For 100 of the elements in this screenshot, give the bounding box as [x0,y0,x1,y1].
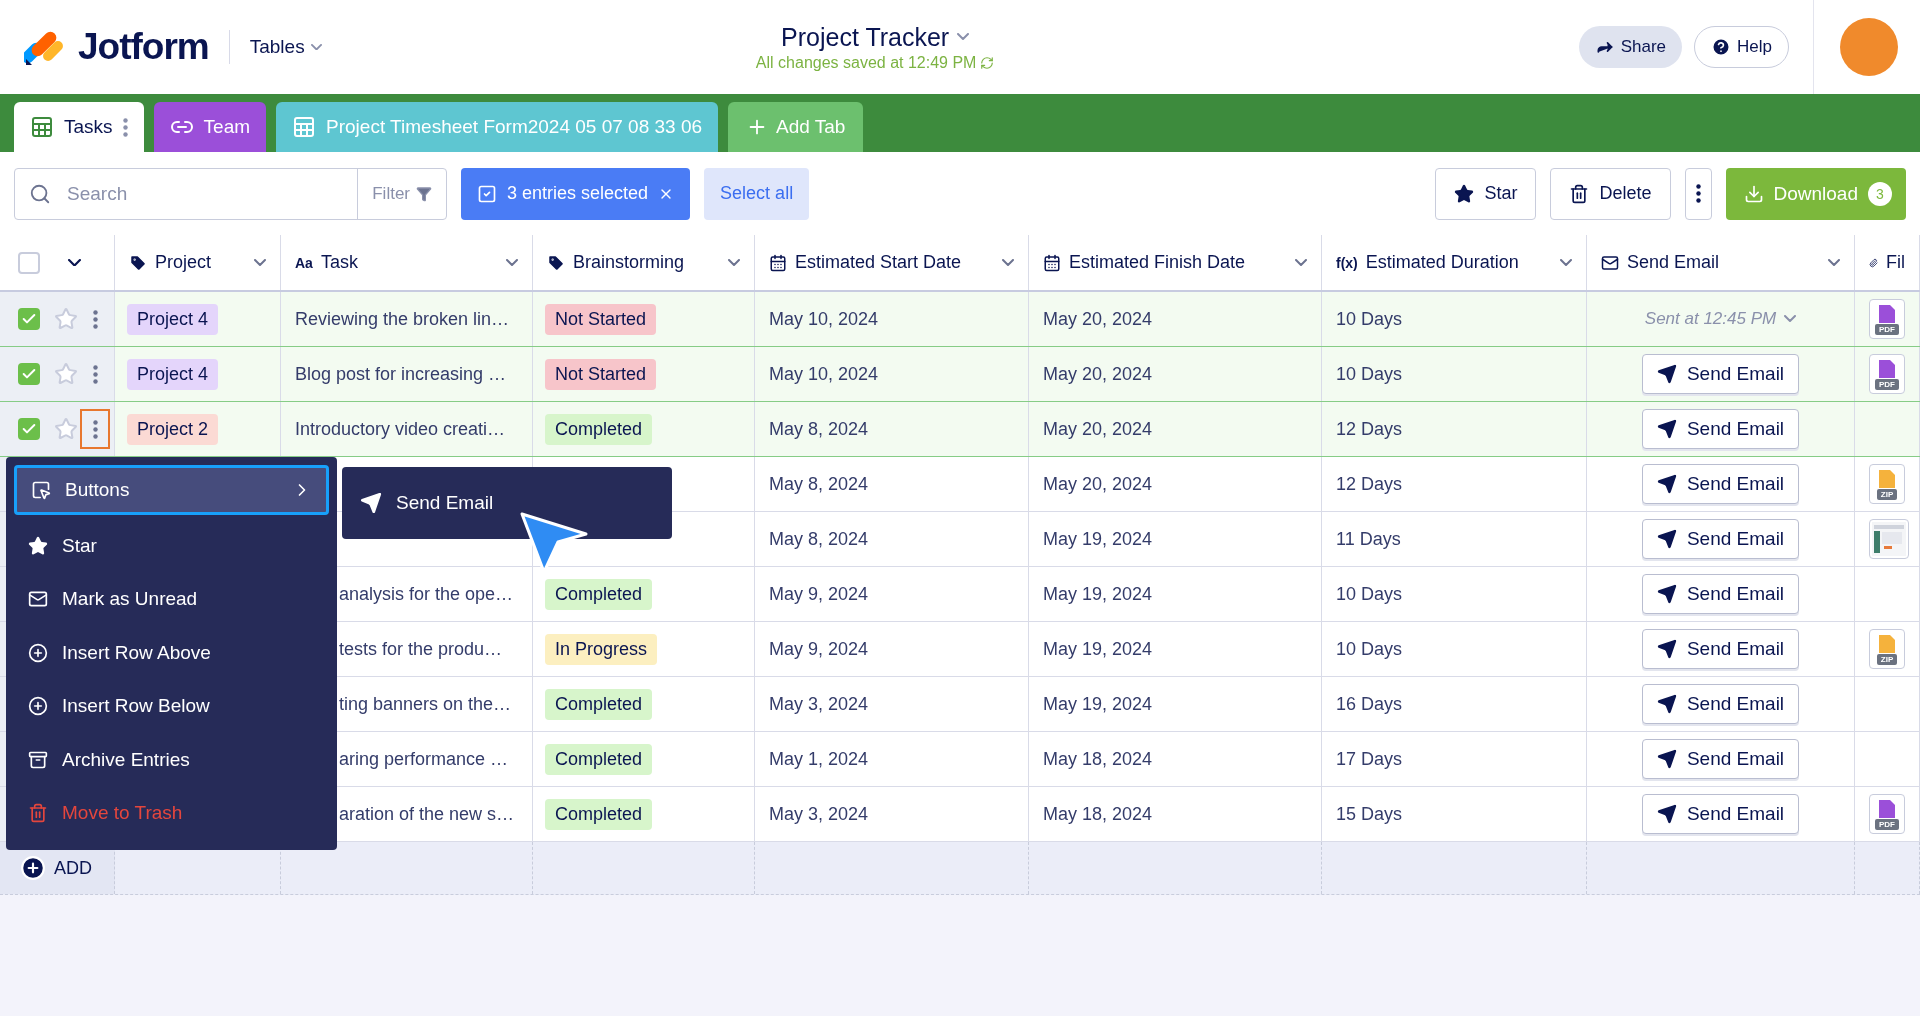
zip-file-icon[interactable]: ZIP [1869,464,1905,504]
save-status: All changes saved at 12:49 PM [755,53,977,72]
file-type-label: PDF [1875,324,1899,335]
column-header[interactable]: Estimated Start Date [795,252,994,273]
row-menu-button[interactable] [80,409,110,449]
date-text: May 9, 2024 [769,583,869,605]
send-icon [1656,639,1677,659]
tag-icon [547,253,565,272]
send-email-button[interactable]: Send Email [1641,574,1800,614]
task-text: tests for the produ… [339,638,503,660]
star-button[interactable] [54,417,78,441]
zip-file-icon[interactable]: ZIP [1869,629,1905,669]
select-all-button[interactable]: Select all [704,167,810,220]
send-email-button[interactable]: Send Email [1641,684,1800,724]
table-row[interactable]: Project 4 Blog post for increasing … Not Started May 10, 2024 May 20, 2024 10 Days Send Email PDF [0,347,1920,402]
checkbox-icon [477,183,497,204]
selection-chip[interactable]: 3 entries selected [461,167,691,220]
type-icon: Aa [295,254,313,271]
pdf-file-icon[interactable]: PDF [1869,794,1905,834]
date-text: May 1, 2024 [769,748,869,770]
send-email-button[interactable]: Send Email [1641,519,1800,559]
date-icon [1043,253,1061,272]
date-text: May 20, 2024 [1043,418,1153,440]
search-icon [29,182,51,205]
date-text: May 19, 2024 [1043,693,1153,715]
menu-item[interactable]: Insert Row Below [14,679,329,733]
send-icon [360,492,382,514]
column-header[interactable]: Fil [1886,252,1905,273]
avatar[interactable] [1840,18,1898,76]
document-icon [1879,800,1895,818]
more-icon [92,364,98,384]
send-email-button[interactable]: Send Email [1641,629,1800,669]
column-header[interactable]: Estimated Finish Date [1069,252,1287,273]
grid-icon [30,115,54,139]
table-row[interactable]: Project 2 Introductory video creati… Completed May 8, 2024 May 20, 2024 12 Days Send Email [0,402,1920,457]
column-header[interactable]: Task [320,252,498,273]
pdf-file-icon[interactable]: PDF [1869,299,1905,339]
table-row[interactable]: Project 4 Reviewing the broken lin… Not Started May 10, 2024 May 20, 2024 10 Days Sent at 12:45 PM PDF [0,292,1920,347]
send-email-button[interactable]: Send Email [1641,464,1800,504]
file-type-label: ZIP [1876,654,1898,665]
project-tag: Project 4 [127,358,219,390]
row-checkbox[interactable] [18,363,40,385]
date-text: May 9, 2024 [769,638,869,660]
row-checkbox[interactable] [18,308,40,330]
share-button[interactable]: Share [1578,26,1683,68]
help-icon [1711,37,1732,57]
filter-icon [416,185,432,202]
column-header[interactable]: Estimated Duration [1365,252,1552,273]
archive-icon [28,749,48,770]
duration-text: 10 Days [1336,638,1403,660]
submenu-item[interactable]: Send Email [360,492,494,514]
status-tag: Completed [545,413,653,445]
column-header[interactable]: Send Email [1627,252,1820,273]
more-button[interactable] [1684,167,1712,220]
date-text: May 8, 2024 [769,473,869,495]
trash-icon [28,803,48,824]
more-icon[interactable] [122,117,128,137]
logo-text: Jotform [78,26,209,68]
document-icon [1879,470,1895,488]
select-all-checkbox[interactable] [18,251,40,274]
sent-status: Sent at 12:45 PM [1644,309,1777,329]
date-text: May 10, 2024 [769,308,879,330]
star-button[interactable] [54,362,78,386]
project-title[interactable]: Project Tracker [781,22,970,52]
column-header[interactable]: Brainstorming [573,252,720,273]
download-icon [1743,183,1764,204]
pdf-file-icon[interactable]: PDF [1869,354,1905,394]
date-text: May 19, 2024 [1043,638,1153,660]
date-text: May 10, 2024 [769,363,879,385]
row-checkbox[interactable] [18,418,40,440]
duration-text: 17 Days [1336,748,1403,770]
menu-item[interactable]: Insert Row Above [14,626,329,680]
column-header[interactable]: Project [155,252,246,273]
duration-text: 12 Days [1336,473,1403,495]
more-icon [1695,184,1701,203]
star-button[interactable]: Star [1435,167,1537,220]
send-email-button[interactable]: Send Email [1641,794,1800,834]
send-icon [1656,474,1677,494]
star-button[interactable] [54,307,78,331]
tag-icon [129,253,147,272]
send-icon [1656,749,1677,769]
task-text: aration of the new s… [339,803,515,825]
send-email-button[interactable]: Send Email [1641,354,1800,394]
caret-icon[interactable] [68,258,81,267]
menu-item[interactable]: Buttons [14,465,329,515]
send-email-button[interactable]: Send Email [1641,739,1800,779]
date-text: May 3, 2024 [769,693,869,715]
help-button[interactable]: Help [1694,26,1789,68]
tab[interactable]: Tasks [14,102,144,152]
date-text: May 19, 2024 [1043,528,1153,550]
menu-item[interactable]: Archive Entries [14,733,329,787]
tables-dropdown[interactable]: Tables [249,36,322,58]
document-icon [1879,635,1895,653]
email-icon [1601,253,1619,272]
task-text: ting banners on the… [339,693,512,715]
delete-button[interactable]: Delete [1550,167,1671,220]
send-email-button[interactable]: Send Email [1641,409,1800,449]
type-icon: f(x) [1336,254,1358,271]
caret-icon [957,33,970,41]
tab[interactable]: Team [153,102,267,152]
